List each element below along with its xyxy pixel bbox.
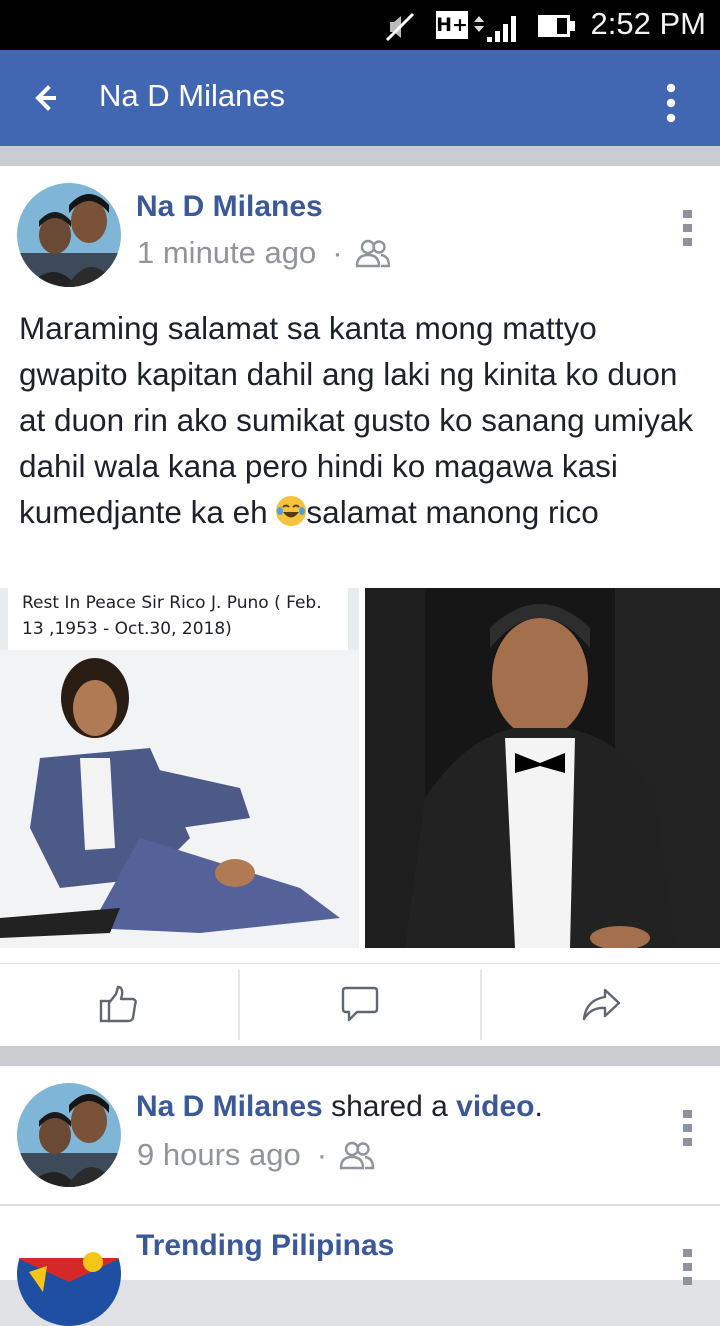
friends-icon	[355, 239, 390, 268]
post-actions-bar	[0, 963, 720, 1044]
story-action-text: shared a	[322, 1090, 457, 1123]
post-timestamp[interactable]: 1 minute ago	[137, 235, 316, 271]
back-arrow-icon[interactable]	[30, 80, 64, 116]
post-text-part: salamat manong rico	[306, 494, 599, 530]
story-trailing-punct: .	[534, 1090, 543, 1123]
feed-divider	[0, 1046, 720, 1066]
story-author-name[interactable]: Trending Pilipinas	[136, 1229, 394, 1263]
story-author-name[interactable]: Na D Milanes	[136, 1090, 323, 1123]
friends-icon	[339, 1141, 375, 1170]
feed-divider	[0, 146, 720, 166]
avatar[interactable]	[17, 1083, 121, 1187]
signal-icon	[474, 16, 516, 42]
battery-icon	[538, 15, 575, 37]
post-body-text: Maraming salamat sa kanta mong mattyo gw…	[19, 305, 709, 535]
image-caption: Rest In Peace Sir Rico J. Puno ( Feb. 13…	[8, 588, 348, 650]
story-headline: Na D Milanes shared a video.	[136, 1090, 543, 1124]
tears-of-joy-emoji	[276, 496, 307, 526]
post-meta: 1 minute ago ·	[137, 235, 391, 271]
meta-separator: ·	[332, 235, 343, 270]
network-type-label: H+	[436, 11, 468, 39]
post-author-name[interactable]: Na D Milanes	[136, 190, 323, 224]
video-link[interactable]: video	[456, 1090, 534, 1123]
story-meta: 9 hours ago ·	[137, 1137, 375, 1173]
comment-button[interactable]	[240, 964, 480, 1044]
story-options-icon[interactable]	[681, 1110, 695, 1146]
app-bar: Na D Milanes	[0, 50, 720, 146]
mute-icon	[385, 12, 415, 42]
avatar[interactable]	[17, 183, 121, 287]
page-avatar[interactable]	[17, 1222, 121, 1326]
meta-separator: ·	[316, 1137, 328, 1172]
post-photo-right[interactable]	[365, 588, 720, 948]
story-timestamp[interactable]: 9 hours ago	[137, 1137, 301, 1173]
page-title: Na D Milanes	[99, 78, 286, 113]
post-photo-left[interactable]: Rest In Peace Sir Rico J. Puno ( Feb. 13…	[0, 588, 359, 948]
status-clock: 2:52 PM	[590, 6, 706, 41]
more-vertical-icon[interactable]	[664, 83, 678, 123]
status-bar: H+ 2:52 PM	[0, 0, 720, 50]
comment-icon	[341, 986, 379, 1022]
share-icon	[582, 988, 621, 1021]
share-button[interactable]	[482, 964, 720, 1044]
like-button[interactable]	[0, 964, 238, 1044]
post-options-icon[interactable]	[681, 210, 695, 246]
like-icon	[99, 985, 137, 1023]
